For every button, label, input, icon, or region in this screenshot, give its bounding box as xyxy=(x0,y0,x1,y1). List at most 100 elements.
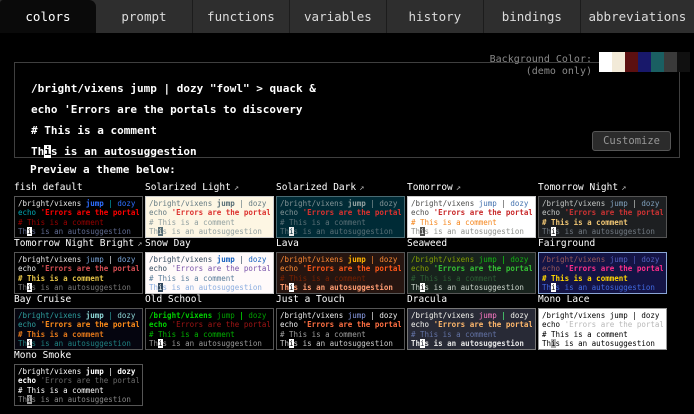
sample-command: jump xyxy=(348,255,366,264)
sample-autosuggestion-line: This is an autosuggestion xyxy=(31,141,679,162)
theme-item-bay-cruise[interactable]: Bay Cruise /bright/vixens jump | dozy "f… xyxy=(14,294,143,350)
sample-string: 'Errors are the portals to discovery xyxy=(434,320,532,329)
theme-preview-card[interactable]: /bright/vixens jump | dozy "fowl" > quac… xyxy=(407,196,536,238)
background-swatch-2[interactable] xyxy=(625,52,638,72)
theme-name-label: Tomorrow Night xyxy=(538,182,618,193)
sample-echo: echo xyxy=(411,320,434,329)
theme-preview-card[interactable]: /bright/vixens jump | dozy "fowl" > quac… xyxy=(14,364,143,406)
sample-pipe: | xyxy=(104,367,118,376)
sample-command-line: /bright/vixens jump | dozy "fowl" > quac… xyxy=(149,255,270,264)
theme-preview-card[interactable]: /bright/vixens jump | dozy "fowl" > quac… xyxy=(145,196,274,238)
theme-name-label: Tomorrow xyxy=(407,182,453,193)
theme-name-label: Snow Day xyxy=(145,238,191,249)
theme-preview-card[interactable]: /bright/vixens jump | dozy "fowl" > quac… xyxy=(276,196,405,238)
sample-comment: # This is a comment xyxy=(411,218,497,227)
theme-preview-card[interactable]: /bright/vixens jump | dozy "fowl" > quac… xyxy=(276,308,405,350)
theme-preview-card[interactable]: /bright/vixens jump | dozy "fowl" > quac… xyxy=(145,308,274,350)
theme-item-just-a-touch[interactable]: Just a Touch /bright/vixens jump | dozy … xyxy=(276,294,405,350)
sample-autosuggest-suffix: s is an autosuggestion xyxy=(32,283,131,292)
sample-string: 'Errors are the portals to discovery xyxy=(565,208,663,217)
tab-variables[interactable]: variables xyxy=(290,0,387,33)
theme-item-seaweed[interactable]: Seaweed /bright/vixens jump | dozy "fowl… xyxy=(407,238,536,294)
background-swatch-6[interactable] xyxy=(677,52,690,72)
sample-path: /bright/vixens xyxy=(18,367,86,376)
sample-path: /bright/vixens xyxy=(149,199,217,208)
sample-pipe: | xyxy=(628,255,642,264)
sample-string: 'Errors are the portals to discovery xyxy=(41,264,139,273)
sample-command: jump xyxy=(479,199,497,208)
theme-name-label: Solarized Dark xyxy=(276,182,356,193)
theme-preview-card[interactable]: /bright/vixens jump | dozy "fowl" > quac… xyxy=(14,196,143,238)
sample-comment-line: # This is a comment xyxy=(411,330,532,339)
background-color-label-line2: (demo only) xyxy=(490,66,592,78)
sample-autosuggest-prefix: Th xyxy=(31,145,44,158)
theme-name: Tomorrow↗ xyxy=(407,182,536,194)
external-link-icon: ↗ xyxy=(137,239,142,249)
sample-command: jump xyxy=(86,367,104,376)
sample-autosuggest-prefix: Th xyxy=(149,339,158,348)
background-color-label-line1: Background Color: xyxy=(490,54,592,66)
sample-command2: dozy xyxy=(177,82,210,95)
tab-prompt[interactable]: prompt xyxy=(96,0,193,33)
tab-functions[interactable]: functions xyxy=(193,0,290,33)
theme-preview-card[interactable]: /bright/vixens jump | dozy "fowl" > quac… xyxy=(14,308,143,350)
theme-item-tomorrow-night-bright[interactable]: Tomorrow Night Bright↗ /bright/vixens ju… xyxy=(14,238,143,294)
theme-preview-card[interactable]: /bright/vixens jump | dozy "fowl" > quac… xyxy=(407,308,536,350)
sample-command2: dozy xyxy=(117,199,139,208)
theme-item-mono-smoke[interactable]: Mono Smoke /bright/vixens jump | dozy "f… xyxy=(14,350,143,406)
sample-quote-line: echo 'Errors are the portals to discover… xyxy=(280,320,401,329)
theme-preview-card[interactable]: /bright/vixens jump | dozy "fowl" > quac… xyxy=(407,252,536,294)
theme-item-snow-day[interactable]: Snow Day /bright/vixens jump | dozy "fow… xyxy=(145,238,274,294)
tab-history[interactable]: history xyxy=(387,0,484,33)
theme-preview-card[interactable]: /bright/vixens jump | dozy "fowl" > quac… xyxy=(538,252,667,294)
sample-autosuggestion-line: This is an autosuggestion xyxy=(280,339,401,348)
external-link-icon: ↗ xyxy=(621,183,626,193)
sample-comment-line: # This is a comment xyxy=(149,330,270,339)
sample-comment: # This is a comment xyxy=(542,218,628,227)
tab-bindings[interactable]: bindings xyxy=(484,0,581,33)
theme-item-old-school[interactable]: Old School /bright/vixens jump | dozy "f… xyxy=(145,294,274,350)
theme-preview-card[interactable]: /bright/vixens jump | dozy "fowl" > quac… xyxy=(145,252,274,294)
sample-autosuggestion-line: This is an autosuggestion xyxy=(542,339,663,348)
tab-abbreviations[interactable]: abbreviations xyxy=(581,0,694,33)
sample-command: jump xyxy=(217,255,235,264)
customize-button[interactable]: Customize xyxy=(592,131,671,151)
theme-item-tomorrow-night[interactable]: Tomorrow Night↗ /bright/vixens jump | do… xyxy=(538,182,667,238)
sample-comment: # This is a comment xyxy=(542,274,628,283)
theme-preview-card[interactable]: /bright/vixens jump | dozy "fowl" > quac… xyxy=(538,196,667,238)
theme-item-lava[interactable]: Lava /bright/vixens jump | dozy "fowl" >… xyxy=(276,238,405,294)
sample-autosuggest-suffix: s is an autosuggestion xyxy=(163,227,262,236)
theme-item-solarized-dark[interactable]: Solarized Dark↗ /bright/vixens jump | do… xyxy=(276,182,405,238)
sample-command-line: /bright/vixens jump | dozy "fowl" > quac… xyxy=(411,255,532,264)
sample-comment-line: # This is a comment xyxy=(18,330,139,339)
theme-item-solarized-light[interactable]: Solarized Light↗ /bright/vixens jump | d… xyxy=(145,182,274,238)
sample-string: 'Errors are the portals to discovery xyxy=(565,320,663,329)
sample-quote-line: echo 'Errors are the portals to discover… xyxy=(149,264,270,273)
sample-quote-line: echo 'Errors are the portals to discover… xyxy=(18,208,139,217)
theme-item-tomorrow[interactable]: Tomorrow↗ /bright/vixens jump | dozy "fo… xyxy=(407,182,536,238)
sample-autosuggestion-line: This is an autosuggestion xyxy=(18,339,139,348)
theme-preview-card[interactable]: /bright/vixens jump | dozy "fowl" > quac… xyxy=(14,252,143,294)
background-swatch-5[interactable] xyxy=(664,52,677,72)
sample-autosuggestion-line: This is an autosuggestion xyxy=(542,227,663,236)
sample-autosuggest-prefix: Th xyxy=(411,227,420,236)
sample-path: /bright/vixens xyxy=(149,311,217,320)
sample-string: 'Errors are the portals to discovery xyxy=(172,208,270,217)
background-swatch-4[interactable] xyxy=(651,52,664,72)
background-swatch-0[interactable] xyxy=(599,52,612,72)
background-swatch-1[interactable] xyxy=(612,52,625,72)
sample-comment-line: # This is a comment xyxy=(280,274,401,283)
theme-item-fairground[interactable]: Fairground /bright/vixens jump | dozy "f… xyxy=(538,238,667,294)
tab-colors[interactable]: colors xyxy=(0,0,96,33)
sample-echo: echo xyxy=(280,208,303,217)
theme-item-mono-lace[interactable]: Mono Lace /bright/vixens jump | dozy "fo… xyxy=(538,294,667,350)
theme-name-label: Solarized Light xyxy=(145,182,231,193)
theme-item-dracula[interactable]: Dracula /bright/vixens jump | dozy "fowl… xyxy=(407,294,536,350)
theme-preview-card[interactable]: /bright/vixens jump | dozy "fowl" > quac… xyxy=(538,308,667,350)
theme-preview-card[interactable]: /bright/vixens jump | dozy "fowl" > quac… xyxy=(276,252,405,294)
sample-command2: dozy xyxy=(641,311,663,320)
sample-autosuggestion-line: This is an autosuggestion xyxy=(411,227,532,236)
theme-item-fish-default[interactable]: fish default /bright/vixens jump | dozy … xyxy=(14,182,143,238)
background-swatch-3[interactable] xyxy=(638,52,651,72)
sample-autosuggestion-line: This is an autosuggestion xyxy=(18,395,139,404)
